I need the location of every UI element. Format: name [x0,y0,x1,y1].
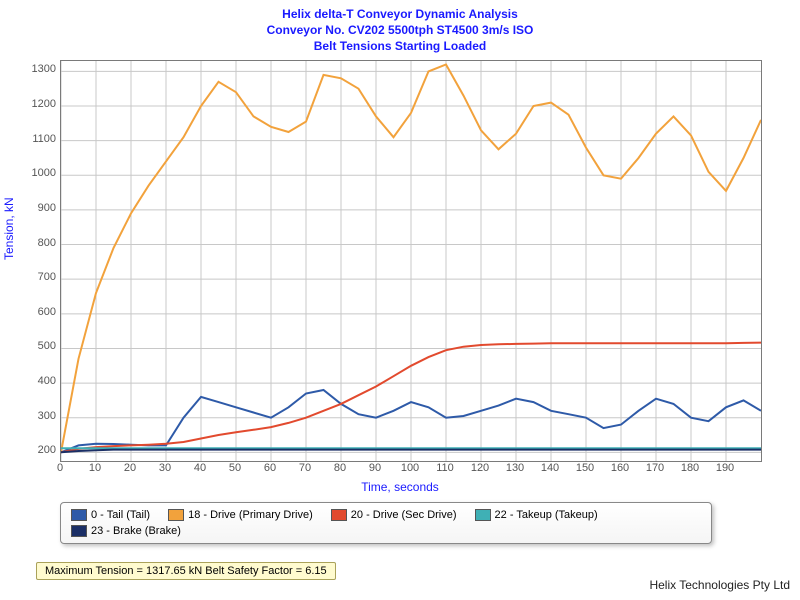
y-tick: 300 [8,410,56,422]
legend-row: 0 - Tail (Tail) 18 - Drive (Primary Drive… [71,509,701,537]
max-tension-note: Maximum Tension = 1317.65 kN Belt Safety… [36,562,336,580]
x-tick: 100 [401,462,419,474]
chart-titles: Helix delta-T Conveyor Dynamic Analysis … [0,6,800,55]
x-tick: 120 [471,462,489,474]
x-tick: 80 [334,462,346,474]
footer-company: Helix Technologies Pty Ltd [649,578,790,592]
y-tick: 400 [8,375,56,387]
x-tick: 130 [506,462,524,474]
y-tick: 600 [8,306,56,318]
x-tick: 40 [194,462,206,474]
x-tick: 30 [159,462,171,474]
plot-svg [61,61,761,461]
x-tick: 170 [646,462,664,474]
legend-label: 0 - Tail (Tail) [91,509,150,521]
y-tick: 200 [8,444,56,456]
legend-item: 23 - Brake (Brake) [71,525,181,537]
title-line-2: Conveyor No. CV202 5500tph ST4500 3m/s I… [0,22,800,38]
legend-swatch [71,509,87,521]
x-tick: 180 [681,462,699,474]
legend-label: 20 - Drive (Sec Drive) [351,509,457,521]
legend-box: 0 - Tail (Tail) 18 - Drive (Primary Drive… [60,502,712,544]
legend-item: 22 - Takeup (Takeup) [475,509,598,521]
title-line-1: Helix delta-T Conveyor Dynamic Analysis [0,6,800,22]
x-tick: 90 [369,462,381,474]
x-tick: 50 [229,462,241,474]
x-tick: 110 [436,462,454,474]
x-tick: 20 [124,462,136,474]
legend-label: 23 - Brake (Brake) [91,525,181,537]
y-tick: 500 [8,340,56,352]
legend-item: 20 - Drive (Sec Drive) [331,509,457,521]
y-tick: 1100 [8,133,56,145]
x-axis-label: Time, seconds [0,480,800,494]
y-tick: 800 [8,237,56,249]
y-tick: 700 [8,271,56,283]
chart-container: Helix delta-T Conveyor Dynamic Analysis … [0,0,800,600]
x-tick: 140 [541,462,559,474]
y-tick: 1200 [8,98,56,110]
x-tick: 60 [264,462,276,474]
x-tick: 0 [57,462,63,474]
legend-swatch [331,509,347,521]
title-line-3: Belt Tensions Starting Loaded [0,38,800,54]
x-tick: 150 [576,462,594,474]
plot-area [60,60,762,462]
x-tick: 10 [89,462,101,474]
x-tick: 70 [299,462,311,474]
x-tick: 160 [611,462,629,474]
legend-item: 0 - Tail (Tail) [71,509,150,521]
legend-swatch [168,509,184,521]
y-tick: 900 [8,202,56,214]
legend-item: 18 - Drive (Primary Drive) [168,509,313,521]
y-tick: 1000 [8,167,56,179]
y-tick: 1300 [8,63,56,75]
legend-label: 22 - Takeup (Takeup) [495,509,598,521]
legend-swatch [71,525,87,537]
legend-swatch [475,509,491,521]
legend-label: 18 - Drive (Primary Drive) [188,509,313,521]
x-tick: 190 [716,462,734,474]
